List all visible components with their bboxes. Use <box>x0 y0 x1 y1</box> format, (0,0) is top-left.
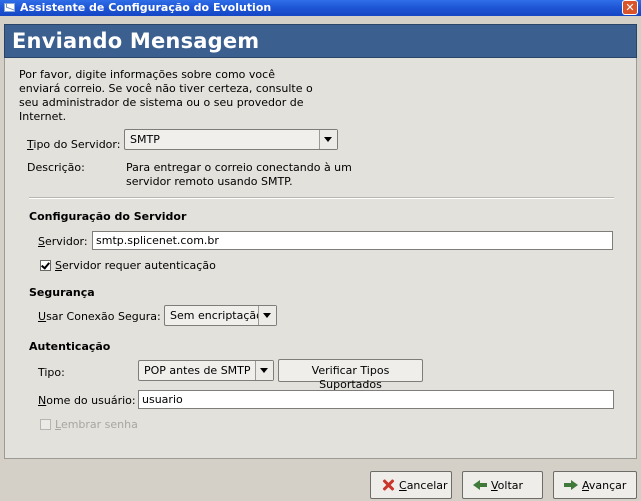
server-type-select[interactable]: SMTP <box>124 129 338 150</box>
remember-password-label: Lembrar senha <box>55 418 138 431</box>
check-supported-types-label: Verificar Tipos Suportados <box>311 364 390 391</box>
chevron-down-icon <box>258 306 276 325</box>
check-supported-types-button[interactable]: Verificar Tipos Suportados <box>278 359 423 391</box>
separator <box>29 197 614 199</box>
close-window-button[interactable]: ✕ <box>622 0 638 15</box>
cancel-label: Cancelar <box>399 479 448 492</box>
forward-label: Avançar <box>582 479 627 492</box>
close-icon: ✕ <box>625 1 635 14</box>
server-input[interactable] <box>92 231 613 250</box>
username-label: Nome do usuário: <box>38 394 136 407</box>
secure-connection-select[interactable]: Sem encriptação <box>164 305 277 326</box>
window-title: Assistente de Configuração do Evolution <box>20 1 272 14</box>
server-label: Servidor: <box>38 235 88 248</box>
username-input-field[interactable] <box>139 391 613 408</box>
cancel-button[interactable]: Cancelar <box>370 471 452 499</box>
chevron-down-icon <box>319 130 337 149</box>
content-panel: Por favor, digite informações sobre como… <box>4 58 637 459</box>
chevron-down-icon <box>255 361 273 380</box>
description-line1: Para entregar o correio conectando à um <box>126 161 352 174</box>
auth-type-label: Tipo: <box>38 366 65 379</box>
security-heading: Segurança <box>29 286 95 299</box>
forward-arrow-icon <box>564 478 578 492</box>
remember-password-checkbox[interactable] <box>40 419 51 430</box>
button-bar: Cancelar Voltar Avançar <box>0 459 641 501</box>
back-button[interactable]: Voltar <box>462 471 543 499</box>
server-input-field[interactable] <box>93 232 612 249</box>
auth-required-checkbox[interactable] <box>40 260 51 271</box>
page-header: Enviando Mensagem <box>4 24 637 58</box>
mail-envelope-icon <box>4 3 15 12</box>
intro-text: Por favor, digite informações sobre como… <box>19 68 313 123</box>
secure-connection-label: Usar Conexão Segura: <box>38 310 161 323</box>
auth-type-value: POP antes de SMTP <box>144 364 251 377</box>
secure-connection-value: Sem encriptação <box>170 309 263 322</box>
server-config-heading: Configuração do Servidor <box>29 210 187 223</box>
page-title: Enviando Mensagem <box>12 29 260 53</box>
server-type-value: SMTP <box>130 133 160 146</box>
username-input[interactable] <box>138 390 614 409</box>
forward-button[interactable]: Avançar <box>553 471 637 499</box>
window-titlebar: Assistente de Configuração do Evolution … <box>0 0 641 16</box>
description-label: Descrição: <box>27 161 85 174</box>
description-line2: servidor remoto usando SMTP. <box>126 175 293 188</box>
back-label: Voltar <box>491 479 524 492</box>
cancel-icon <box>381 478 395 492</box>
auth-type-select[interactable]: POP antes de SMTP <box>138 360 274 381</box>
back-arrow-icon <box>473 478 487 492</box>
server-type-label: Tipo do Servidor: <box>27 138 121 151</box>
authentication-heading: Autenticação <box>29 340 111 353</box>
auth-required-label[interactable]: Servidor requer autenticação <box>55 259 216 273</box>
